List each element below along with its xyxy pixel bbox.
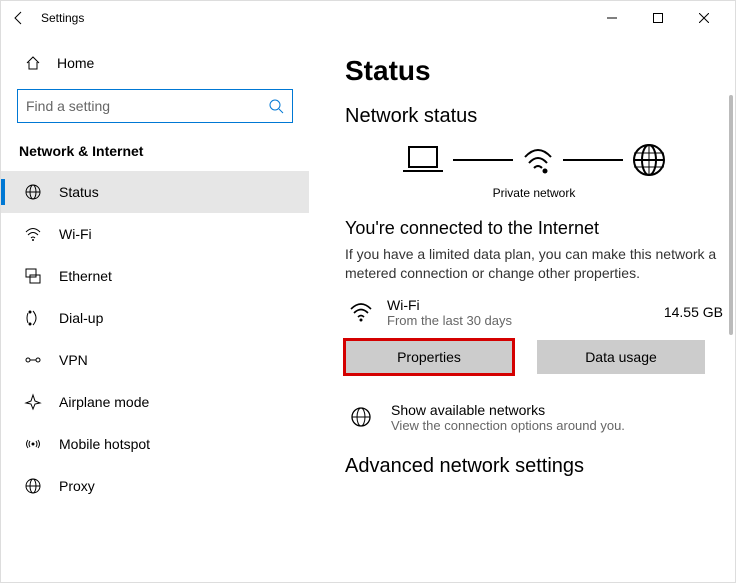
search-icon: [268, 98, 284, 114]
sidebar-item-dialup[interactable]: Dial-up: [1, 297, 309, 339]
dialup-icon: [23, 309, 43, 327]
sidebar-item-vpn[interactable]: VPN: [1, 339, 309, 381]
laptop-icon: [401, 143, 445, 177]
wifi-signal-icon: [521, 143, 555, 177]
connected-title: You're connected to the Internet: [345, 218, 723, 239]
wifi-icon: [23, 225, 43, 243]
sidebar-item-label: Airplane mode: [59, 394, 149, 410]
available-networks-link[interactable]: Show available networks View the connect…: [345, 402, 723, 433]
page-title: Status: [345, 55, 723, 87]
network-diagram: [345, 142, 723, 178]
button-row: Properties Data usage: [345, 340, 723, 374]
advanced-heading: Advanced network settings: [345, 455, 723, 478]
diagram-line: [453, 159, 513, 161]
ethernet-icon: [23, 267, 43, 285]
wifi-icon: [345, 299, 377, 325]
globe-icon: [345, 405, 377, 429]
status-heading: Network status: [345, 105, 723, 128]
diagram-line: [563, 159, 623, 161]
sidebar-item-label: Mobile hotspot: [59, 436, 150, 452]
airplane-icon: [23, 393, 43, 411]
sidebar-item-label: Status: [59, 184, 99, 200]
close-button[interactable]: [681, 3, 727, 33]
hotspot-icon: [23, 435, 43, 453]
connection-name: Wi-Fi: [387, 297, 664, 313]
sidebar: Home Find a setting Network & Internet S…: [1, 35, 309, 582]
sidebar-item-label: Proxy: [59, 478, 95, 494]
sidebar-item-status[interactable]: Status: [1, 171, 309, 213]
section-label: Network & Internet: [1, 137, 309, 171]
window-controls: [589, 3, 727, 33]
connected-desc: If you have a limited data plan, you can…: [345, 245, 723, 283]
globe-icon: [631, 142, 667, 178]
properties-button[interactable]: Properties: [345, 340, 513, 374]
search-placeholder: Find a setting: [26, 98, 110, 114]
button-label: Properties: [397, 349, 461, 365]
available-sub: View the connection options around you.: [391, 418, 625, 433]
home-nav[interactable]: Home: [1, 47, 309, 79]
nav-list: Status Wi-Fi Ethernet: [1, 171, 309, 582]
home-icon: [23, 55, 43, 71]
window-title: Settings: [41, 11, 84, 25]
titlebar: Settings: [1, 1, 735, 35]
sidebar-item-airplane[interactable]: Airplane mode: [1, 381, 309, 423]
search-input[interactable]: Find a setting: [17, 89, 293, 123]
connection-row: Wi-Fi From the last 30 days 14.55 GB: [345, 297, 723, 328]
sidebar-item-proxy[interactable]: Proxy: [1, 465, 309, 507]
sidebar-item-wifi[interactable]: Wi-Fi: [1, 213, 309, 255]
scrollbar[interactable]: [729, 95, 733, 335]
maximize-button[interactable]: [635, 3, 681, 33]
available-label: Show available networks: [391, 402, 625, 418]
connection-usage: 14.55 GB: [664, 304, 723, 320]
sidebar-item-label: Wi-Fi: [59, 226, 92, 242]
sidebar-item-label: VPN: [59, 352, 88, 368]
home-label: Home: [57, 55, 94, 71]
vpn-icon: [23, 351, 43, 369]
sidebar-item-ethernet[interactable]: Ethernet: [1, 255, 309, 297]
back-button[interactable]: [9, 10, 29, 26]
sidebar-item-label: Dial-up: [59, 310, 103, 326]
sidebar-item-label: Ethernet: [59, 268, 112, 284]
status-icon: [23, 183, 43, 201]
data-usage-button[interactable]: Data usage: [537, 340, 705, 374]
settings-window: Settings Home Find a setting Network & I…: [0, 0, 736, 583]
button-label: Data usage: [585, 349, 657, 365]
proxy-icon: [23, 477, 43, 495]
content: Status Network status Private network Yo…: [309, 35, 735, 582]
diagram-caption: Private network: [345, 186, 723, 200]
body: Home Find a setting Network & Internet S…: [1, 35, 735, 582]
connection-sub: From the last 30 days: [387, 313, 664, 328]
sidebar-item-hotspot[interactable]: Mobile hotspot: [1, 423, 309, 465]
minimize-button[interactable]: [589, 3, 635, 33]
